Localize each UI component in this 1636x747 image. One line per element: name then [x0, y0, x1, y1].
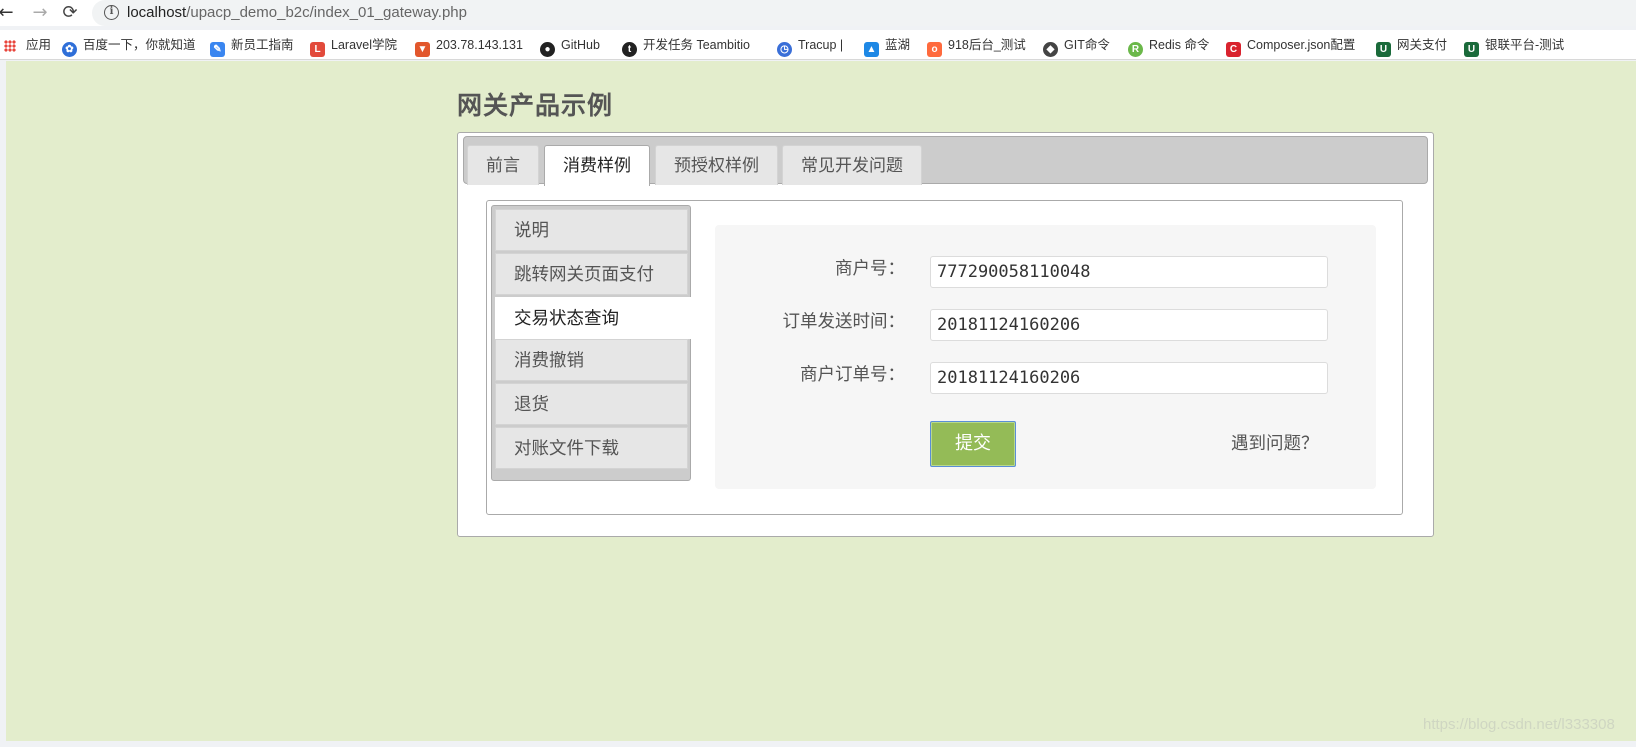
baidu-paw-icon: ✿: [62, 42, 77, 57]
bookmark-teambition[interactable]: t 开发任务 Teambitio: [622, 36, 750, 57]
bookmark-tracup[interactable]: ◷ Tracup |: [777, 36, 844, 57]
bookmark-gateway-pay[interactable]: U 网关支付: [1376, 36, 1448, 57]
bookmark-label: 新员工指南: [231, 38, 294, 52]
url-text[interactable]: localhost/upacp_demo_b2c/index_01_gatewa…: [127, 3, 467, 23]
side-item-description[interactable]: 说明: [495, 209, 688, 251]
side-menu: 说明 跳转网关页面支付 交易状态查询 消费撤销 退货 对账文件下载: [491, 205, 692, 481]
tracup-icon: ◷: [777, 42, 792, 57]
bookmark-new-staff-guide[interactable]: ✎ 新员工指南: [210, 36, 294, 57]
help-link[interactable]: 遇到问题？: [1231, 431, 1319, 457]
bookmark-redis[interactable]: R Redis 命令: [1128, 36, 1210, 57]
bookmark-unionpay-test[interactable]: U 银联平台-测试: [1464, 36, 1565, 57]
bookmark-label: 应用: [26, 38, 52, 52]
side-item-transaction-query[interactable]: 交易状态查询: [495, 297, 692, 339]
bookmark-baidu[interactable]: ✿ 百度一下，你就知道: [62, 36, 196, 57]
doc-pen-icon: ✎: [210, 42, 225, 57]
bookmark-github[interactable]: ● GitHub: [540, 36, 600, 57]
back-arrow-icon[interactable]: ←: [0, 1, 18, 25]
bookmark-apps[interactable]: 应用: [4, 36, 51, 54]
order-send-time-label: 订单发送时间：: [782, 312, 906, 332]
side-item-refund[interactable]: 退货: [495, 383, 688, 425]
bookmark-label: Laravel学院: [331, 38, 397, 52]
bookmark-label: 开发任务 Teambitio: [643, 38, 750, 52]
bookmark-laravel[interactable]: L Laravel学院: [310, 36, 397, 57]
side-item-gateway-page-pay[interactable]: 跳转网关页面支付: [495, 253, 688, 295]
tab-bar: 前言 消费样例 预授权样例 常见开发问题: [463, 136, 1428, 186]
unionpay-icon: U: [1376, 42, 1391, 57]
side-item-consume-cancel[interactable]: 消费撤销: [495, 339, 688, 381]
url-path: /upacp_demo_b2c/index_01_gateway.php: [186, 4, 467, 21]
lanhu-icon: ▲: [864, 42, 879, 57]
bookmark-gitlab-ip[interactable]: ▼ 203.78.143.131: [415, 36, 523, 57]
bookmark-label: GitHub: [561, 38, 600, 52]
tabs-container: 前言 消费样例 预授权样例 常见开发问题 说明 跳转网关页面支付 交易状态查询 …: [457, 132, 1434, 537]
bookmark-label: Tracup |: [798, 38, 844, 52]
query-form: 商户号： 订单发送时间： 商户订单号： 提交 遇到问题？: [715, 225, 1376, 489]
github-cat-icon: ●: [540, 42, 555, 57]
tab-consume-examples[interactable]: 消费样例: [544, 145, 650, 186]
bookmark-label: 百度一下，你就知道: [83, 38, 196, 52]
tab-preauth-examples[interactable]: 预授权样例: [655, 145, 778, 185]
bookmark-label: 203.78.143.131: [436, 38, 523, 52]
forward-arrow-icon[interactable]: →: [28, 1, 52, 25]
bookmark-label: Composer.json配置: [1247, 38, 1356, 52]
bookmark-label: 网关支付: [1397, 38, 1448, 52]
git-icon: ◆: [1043, 42, 1058, 57]
page-title: 网关产品示例: [457, 91, 614, 120]
olo-icon: o: [927, 42, 942, 57]
bookmark-git-commands[interactable]: ◆ GIT命令: [1043, 36, 1110, 57]
bookmarks-bar: 应用 ✿ 百度一下，你就知道 ✎ 新员工指南 L Laravel学院 ▼ 203.78.…: [0, 30, 1636, 60]
watermark: https://blog.csdn.net/l333308: [1423, 716, 1615, 733]
bookmark-label: Redis 命令: [1149, 38, 1210, 52]
tab-common-dev-issues[interactable]: 常见开发问题: [782, 145, 922, 185]
laravel-icon: L: [310, 42, 325, 57]
unionpay-icon: U: [1464, 42, 1479, 57]
site-info-icon[interactable]: i: [104, 5, 119, 20]
merchant-id-label: 商户号：: [835, 259, 905, 279]
merchant-order-id-input[interactable]: [930, 362, 1328, 394]
bookmark-label: 蓝湖: [885, 38, 911, 52]
bookmark-composer[interactable]: C Composer.json配置: [1226, 36, 1356, 57]
address-bar: ← → ⟳ i localhost/upacp_demo_b2c/index_0…: [0, 0, 1636, 26]
tab-preface[interactable]: 前言: [467, 145, 539, 185]
bookmark-label: 918后台_测试: [948, 38, 1026, 52]
bookmark-label: GIT命令: [1064, 38, 1110, 52]
bookmark-918-test[interactable]: o 918后台_测试: [927, 36, 1026, 57]
reload-icon[interactable]: ⟳: [58, 1, 82, 25]
teambition-icon: t: [622, 42, 637, 57]
apps-grid-icon: [4, 40, 16, 52]
merchant-id-input[interactable]: [930, 256, 1328, 288]
submit-button[interactable]: 提交: [930, 421, 1016, 467]
merchant-order-id-label: 商户订单号：: [800, 365, 905, 385]
redis-icon: R: [1128, 42, 1143, 57]
side-item-reconciliation-download[interactable]: 对账文件下载: [495, 427, 688, 469]
tab-panel: 说明 跳转网关页面支付 交易状态查询 消费撤销 退货 对账文件下载 商户号： 订…: [486, 200, 1403, 515]
order-send-time-input[interactable]: [930, 309, 1328, 341]
bookmark-lanhu[interactable]: ▲ 蓝湖: [864, 36, 911, 57]
bookmark-label: 银联平台-测试: [1485, 38, 1565, 52]
gitlab-fox-icon: ▼: [415, 42, 430, 57]
url-host: localhost: [127, 4, 187, 21]
composer-c-icon: C: [1226, 42, 1241, 57]
